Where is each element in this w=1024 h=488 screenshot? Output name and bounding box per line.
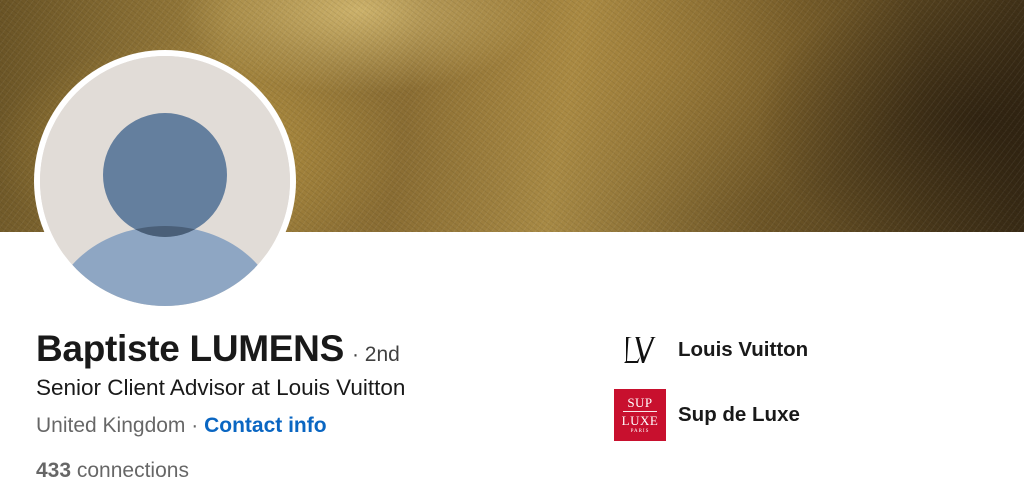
location-row: United Kingdom · Contact info — [36, 414, 327, 438]
school-sup-de-luxe[interactable]: SUP LUXE PARIS Sup de Luxe — [614, 389, 800, 441]
connections-count: 433 — [36, 459, 72, 482]
profile-photo[interactable] — [34, 50, 296, 312]
location-separator: · — [185, 414, 205, 437]
connections-link[interactable]: 433 connections — [36, 459, 189, 483]
company-louis-vuitton[interactable]: Louis Vuitton — [614, 330, 808, 370]
school-name: Sup de Luxe — [678, 403, 800, 426]
company-name: Louis Vuitton — [678, 338, 809, 361]
profile-headline: Senior Client Advisor at Louis Vuitton — [36, 375, 406, 400]
sup-logo-divider — [623, 411, 657, 412]
connection-degree: · 2nd — [351, 343, 400, 366]
sup-logo-line3: PARIS — [630, 429, 650, 434]
default-avatar-icon — [40, 56, 290, 306]
profile-location: United Kingdom — [36, 414, 186, 437]
contact-info-link[interactable]: Contact info — [204, 414, 326, 437]
sup-logo-line2: LUXE — [621, 413, 659, 428]
sup-de-luxe-logo-icon: SUP LUXE PARIS — [614, 389, 666, 441]
connections-label: connections — [71, 459, 189, 482]
profile-name-row: Baptiste LUMENS · 2nd — [36, 328, 400, 370]
louis-vuitton-logo-icon — [614, 330, 666, 370]
sup-logo-line1: SUP — [627, 395, 653, 410]
profile-name: Baptiste LUMENS — [36, 328, 344, 369]
